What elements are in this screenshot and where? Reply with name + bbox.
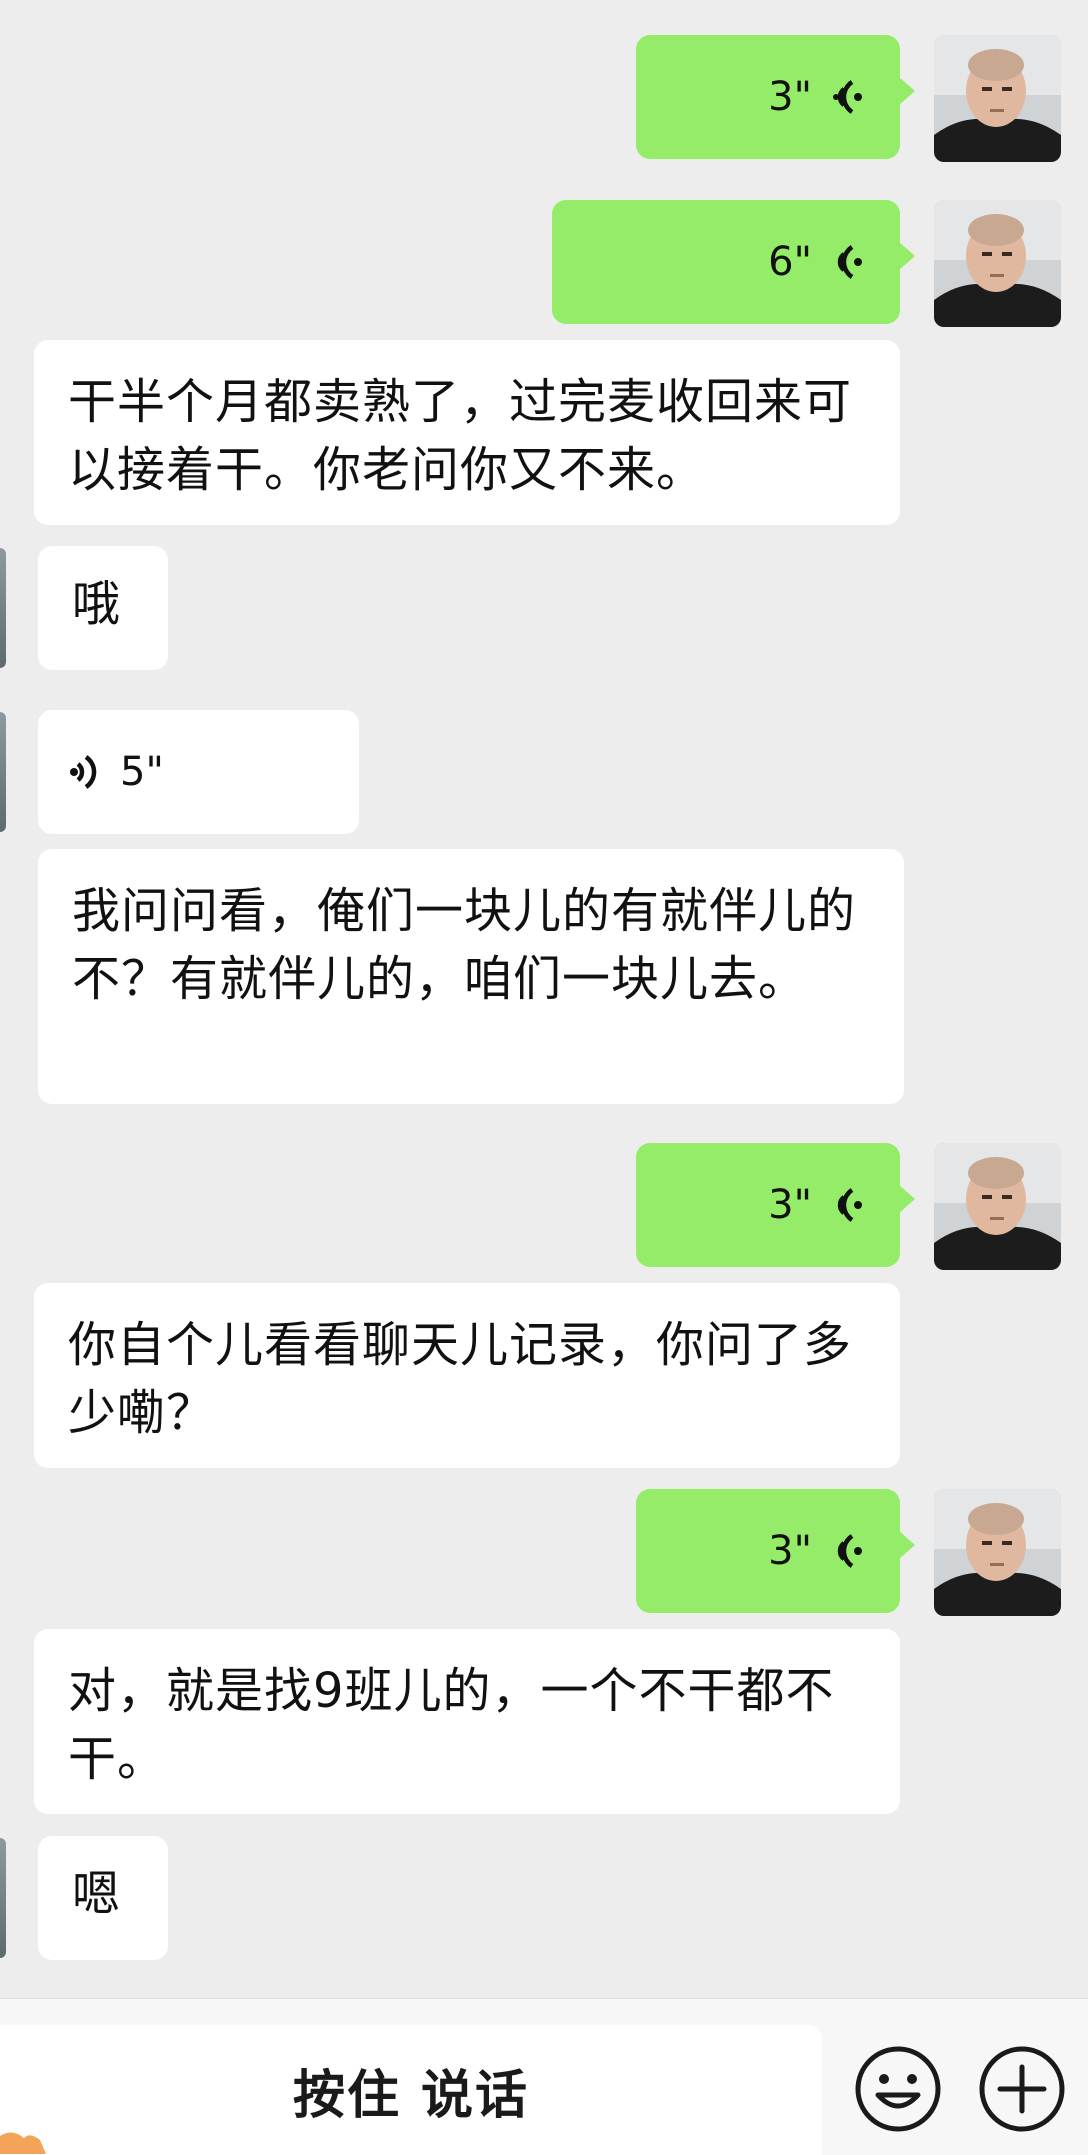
- voice-wave-icon: [837, 245, 862, 279]
- voice-wave-icon: [837, 1188, 862, 1222]
- message-text: 对，就是找9班儿的，一个不干都不干。: [68, 1663, 835, 1787]
- voice-wave-icon: [833, 80, 862, 114]
- voice-message-sent[interactable]: 6": [552, 200, 915, 324]
- message-text: 嗯: [72, 1866, 122, 1922]
- other-avatar-edge[interactable]: [0, 548, 6, 668]
- voice-wave-icon: [70, 755, 97, 789]
- my-avatar[interactable]: [934, 200, 1061, 327]
- voice-duration: 5": [120, 749, 164, 795]
- message-text: 你自个儿看看聊天儿记录，你问了多少嘞？: [68, 1317, 853, 1441]
- voice-wave-icon: [837, 1534, 862, 1568]
- chat-area: 3" 6" 干半个月都卖熟了，过完麦收回来可以接着干。你老问你又不来。 哦 5"…: [0, 0, 1088, 1998]
- text-message-received[interactable]: 干半个月都卖熟了，过完麦收回来可以接着干。你老问你又不来。: [34, 340, 900, 525]
- text-message-received[interactable]: 我问问看，俺们一块儿的有就伴儿的不？有就伴儿的，咱们一块儿去。: [38, 849, 904, 1104]
- message-text: 哦: [72, 576, 122, 632]
- text-message-received[interactable]: 对，就是找9班儿的，一个不干都不干。: [34, 1629, 900, 1814]
- decorative-sticker-edge-icon: [0, 2132, 46, 2154]
- voice-message-sent[interactable]: 3": [636, 1143, 915, 1267]
- text-message-received[interactable]: 嗯: [38, 1836, 168, 1960]
- voice-message-sent[interactable]: 3": [636, 35, 915, 159]
- voice-message-received[interactable]: 5": [38, 710, 359, 834]
- my-avatar[interactable]: [934, 35, 1061, 162]
- text-message-received[interactable]: 你自个儿看看聊天儿记录，你问了多少嘞？: [34, 1283, 900, 1468]
- smiley-face-icon[interactable]: [852, 2043, 944, 2135]
- input-bar: 按住 说话: [0, 1998, 1088, 2155]
- other-avatar-edge[interactable]: [0, 712, 6, 832]
- text-message-received[interactable]: 哦: [38, 546, 168, 670]
- message-text: 干半个月都卖熟了，过完麦收回来可以接着干。你老问你又不来。: [68, 374, 853, 498]
- other-avatar-edge[interactable]: [0, 1838, 6, 1958]
- voice-duration: 3": [768, 1528, 812, 1574]
- my-avatar[interactable]: [934, 1143, 1061, 1270]
- voice-duration: 3": [768, 74, 812, 120]
- hold-to-talk-button[interactable]: 按住 说话: [0, 2025, 822, 2155]
- voice-message-sent[interactable]: 3": [636, 1489, 915, 1613]
- my-avatar[interactable]: [934, 1489, 1061, 1616]
- voice-duration: 6": [768, 239, 812, 285]
- plus-circle-icon[interactable]: [976, 2043, 1068, 2135]
- message-text: 我问问看，俺们一块儿的有就伴儿的不？有就伴儿的，咱们一块儿去。: [72, 883, 857, 1007]
- voice-duration: 3": [768, 1182, 812, 1228]
